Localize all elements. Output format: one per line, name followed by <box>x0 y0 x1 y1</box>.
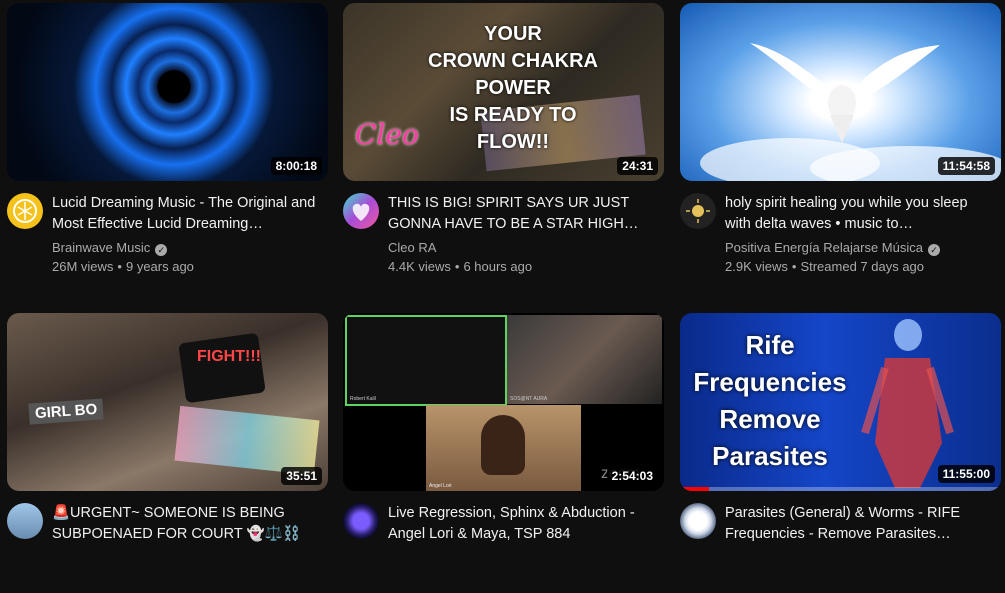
video-thumbnail[interactable]: 8:00:18 <box>7 3 328 181</box>
channel-name[interactable]: Brainwave Music <box>52 240 150 255</box>
thumbnail-caption: YOUR CROWN CHAKRA POWER IS READY TO FLOW… <box>428 23 598 153</box>
video-thumbnail[interactable]: 11:54:58 <box>680 3 1001 181</box>
video-duration: 8:00:18 <box>270 157 322 175</box>
channel-avatar[interactable] <box>680 193 716 229</box>
cleo-logo: Cleo <box>355 118 419 151</box>
video-card[interactable]: 11:54:58 holy spirit healing you while y… <box>680 3 1001 283</box>
tarot-spread-image <box>174 405 320 476</box>
video-card[interactable]: FIGHT!!! GIRL BO 35:51 🚨URGENT~ SOMEONE … <box>7 313 328 593</box>
channel-avatar[interactable] <box>343 503 379 539</box>
video-thumbnail[interactable]: Rife Frequencies Remove Parasites 11:55:… <box>680 313 1001 491</box>
video-title[interactable]: Lucid Dreaming Music - The Original and … <box>52 193 320 235</box>
video-duration: 11:55:00 <box>937 465 995 483</box>
card-deck-image <box>178 332 266 404</box>
video-card[interactable]: Robert Kalil SOS@NT AURA Angel Lori zoom… <box>343 313 664 593</box>
video-card[interactable]: YOUR CROWN CHAKRA POWER IS READY TO FLOW… <box>343 3 664 283</box>
video-thumbnail[interactable]: YOUR CROWN CHAKRA POWER IS READY TO FLOW… <box>343 3 664 181</box>
video-title[interactable]: holy spirit healing you while you sleep … <box>725 193 993 235</box>
fight-caption: FIGHT!!! <box>197 348 261 365</box>
upload-age: 6 hours ago <box>463 259 533 274</box>
video-card[interactable]: 8:00:18 Lucid Dreaming Music - The Origi… <box>7 3 328 283</box>
verified-icon: ✓ <box>155 244 168 256</box>
view-count: 4.4K views <box>388 259 451 274</box>
video-thumbnail[interactable]: FIGHT!!! GIRL BO 35:51 <box>7 313 328 491</box>
video-thumbnail[interactable]: Robert Kalil SOS@NT AURA Angel Lori zoom… <box>343 313 664 491</box>
zoom-tile-1: Robert Kalil <box>345 315 507 406</box>
video-title[interactable]: THIS IS BIG! SPIRIT SAYS UR JUST GONNA H… <box>388 193 656 235</box>
dove-image <box>700 43 1001 181</box>
view-count: 26M views <box>52 259 114 274</box>
video-duration: 35:51 <box>281 467 322 485</box>
channel-name[interactable]: Cleo RA <box>388 240 436 255</box>
verified-icon: ✓ <box>927 244 940 256</box>
channel-avatar[interactable] <box>680 503 716 539</box>
video-title[interactable]: Parasites (General) & Worms - RIFE Frequ… <box>725 503 993 545</box>
video-duration: 11:54:58 <box>937 157 995 175</box>
channel-avatar[interactable] <box>7 193 43 229</box>
video-duration: 24:31 <box>617 157 658 175</box>
watch-progress-bar <box>680 487 709 491</box>
watch-progress-track <box>680 487 1001 491</box>
video-duration: 2:54:03 <box>606 467 658 485</box>
video-card[interactable]: Rife Frequencies Remove Parasites 11:55:… <box>680 313 1001 593</box>
channel-avatar[interactable] <box>343 193 379 229</box>
channel-name[interactable]: Positiva Energía Relajarse Música <box>725 240 923 255</box>
video-title[interactable]: Live Regression, Sphinx & Abduction - An… <box>388 503 656 545</box>
zoom-tile-3: Angel Lori <box>426 405 581 491</box>
view-count: 2.9K views <box>725 259 788 274</box>
thumbnail-caption: Rife Frequencies Remove Parasites <box>693 330 847 471</box>
zoom-tile-2: SOS@NT AURA <box>507 315 662 404</box>
channel-avatar[interactable] <box>7 503 43 539</box>
upload-age: Streamed 7 days ago <box>800 259 925 274</box>
girl-boss-caption: GIRL BO <box>28 398 104 425</box>
video-title[interactable]: 🚨URGENT~ SOMEONE IS BEING SUBPOENAED FOR… <box>52 503 320 545</box>
upload-age: 9 years ago <box>125 259 194 274</box>
